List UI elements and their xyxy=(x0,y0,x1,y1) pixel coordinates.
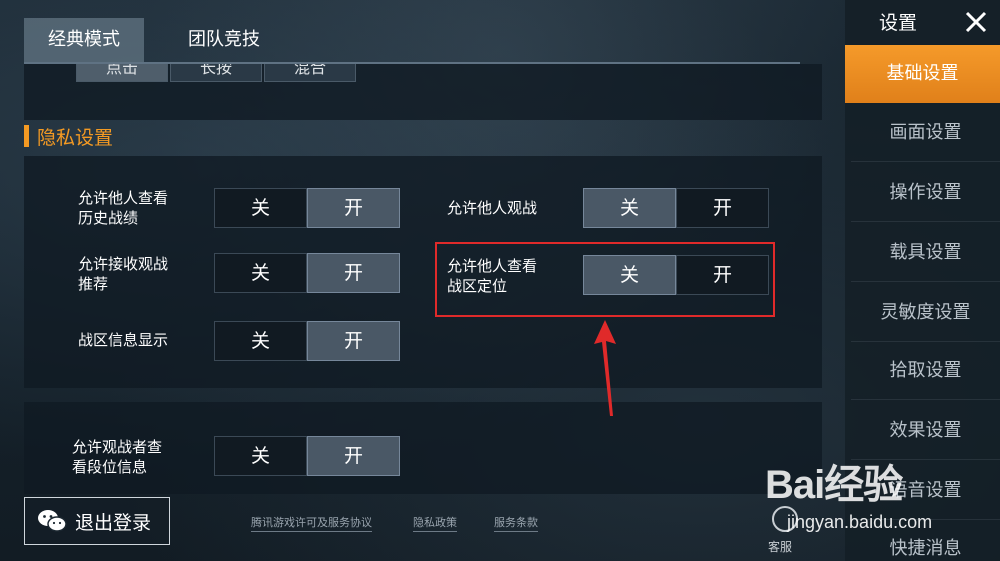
option-tap[interactable]: 点击 xyxy=(76,64,168,82)
toggle-off-option[interactable]: 关 xyxy=(214,253,307,293)
label-line-1: 允许他人观战 xyxy=(447,199,538,217)
toggle-off-option[interactable]: 关 xyxy=(583,188,676,228)
setting-label-spectate-recommend: 允许接收观战 推荐 xyxy=(78,254,168,294)
label-line-2: 推荐 xyxy=(78,275,109,293)
label-line-2: 历史战绩 xyxy=(78,209,139,227)
toggle-on-option[interactable]: 开 xyxy=(307,188,400,228)
sidebar-title: 设置 xyxy=(879,12,918,34)
section-title: 隐私设置 xyxy=(37,126,114,149)
toggle-on-option[interactable]: 开 xyxy=(307,253,400,293)
toggle-zone-info: 关 开 xyxy=(214,321,400,361)
watermark: Bai经验 jingyan.baidu.com xyxy=(765,452,970,542)
sidebar-item-pickup[interactable]: 拾取设置 xyxy=(851,342,1000,400)
label-line-1: 允许观战者查 xyxy=(72,438,163,456)
label-line-1: 战区信息显示 xyxy=(78,331,169,349)
toggle-on-option[interactable]: 开 xyxy=(307,436,400,476)
link-terms-of-service[interactable]: 服务条款 xyxy=(494,514,538,532)
logout-label: 退出登录 xyxy=(75,511,152,534)
sidebar-item-controls[interactable]: 操作设置 xyxy=(851,164,1000,222)
sidebar-item-vehicle[interactable]: 载具设置 xyxy=(851,224,1000,282)
option-mixed[interactable]: 混合 xyxy=(264,64,356,82)
setting-label-rank-info: 允许观战者查 看段位信息 xyxy=(72,437,162,477)
logout-button[interactable]: 退出登录 xyxy=(24,497,170,545)
watermark-url: jingyan.baidu.com xyxy=(787,512,933,532)
toggle-off-option[interactable]: 关 xyxy=(214,436,307,476)
toggle-rank-info: 关 开 xyxy=(214,436,400,476)
toggle-allow-spectate: 关 开 xyxy=(583,188,769,228)
label-line-1: 允许他人查看 xyxy=(78,189,169,207)
tab-classic-mode[interactable]: 经典模式 xyxy=(24,18,144,62)
sidebar-item-sensitivity[interactable]: 灵敏度设置 xyxy=(851,284,1000,342)
tab-team-deathmatch[interactable]: 团队竞技 xyxy=(174,18,274,62)
wechat-icon xyxy=(38,510,67,532)
setting-label-history: 允许他人查看 历史战绩 xyxy=(78,188,168,228)
setting-label-zone-info: 战区信息显示 xyxy=(78,330,168,350)
close-icon[interactable] xyxy=(960,6,992,38)
watermark-brand: Bai经验 xyxy=(765,463,903,507)
toggle-spectate-recommend: 关 开 xyxy=(214,253,400,293)
label-line-2: 看段位信息 xyxy=(72,458,148,476)
toggle-off-option[interactable]: 关 xyxy=(214,188,307,228)
label-line-1: 允许接收观战 xyxy=(78,255,169,273)
toggle-on-option[interactable]: 开 xyxy=(676,188,769,228)
toggle-on-option[interactable]: 开 xyxy=(307,321,400,361)
sidebar-item-basic[interactable]: 基础设置 xyxy=(845,45,1000,103)
link-privacy-policy[interactable]: 隐私政策 xyxy=(413,514,457,532)
sidebar-item-graphics[interactable]: 画面设置 xyxy=(851,104,1000,162)
annotation-highlight-box xyxy=(435,242,775,317)
toggle-off-option[interactable]: 关 xyxy=(214,321,307,361)
toggle-history-record: 关 开 xyxy=(214,188,400,228)
partial-option-row: 点击 长按 混合 xyxy=(76,64,376,84)
mode-tabs: 经典模式 团队竞技 xyxy=(24,14,800,64)
sidebar-header: 设置 xyxy=(845,0,1000,44)
link-license-agreement[interactable]: 腾讯游戏许可及服务协议 xyxy=(251,514,372,532)
setting-label-allow-spectate: 允许他人观战 xyxy=(447,198,537,218)
option-hold[interactable]: 长按 xyxy=(170,64,262,82)
section-accent-bar xyxy=(24,125,29,147)
annotation-arrow-icon xyxy=(594,320,616,416)
privacy-section-header: 隐私设置 xyxy=(24,122,113,150)
